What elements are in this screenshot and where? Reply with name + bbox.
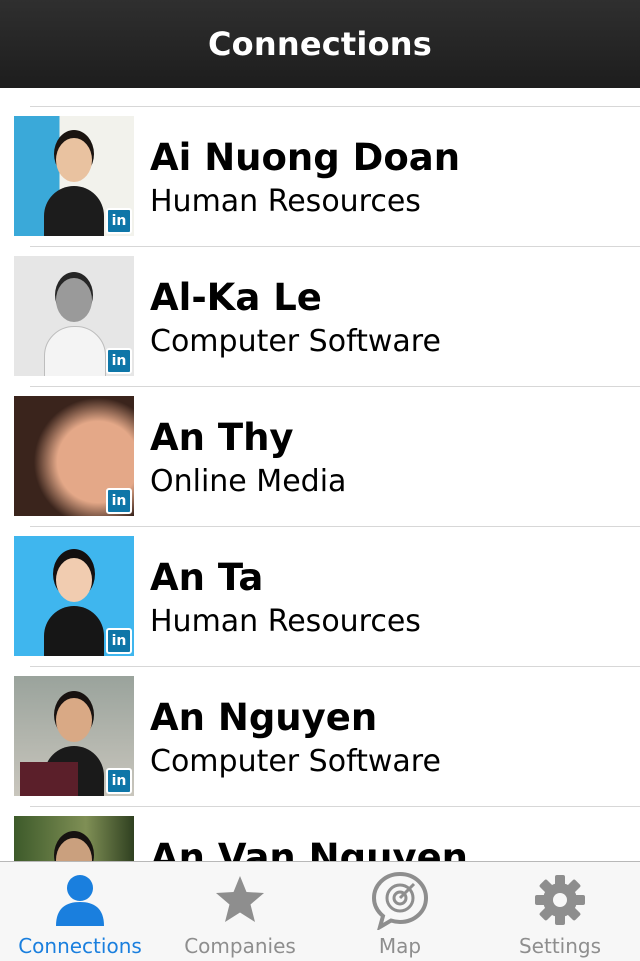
connections-list[interactable]: in Ai Nuong Doan Human Resources in Al-K… <box>0 88 640 861</box>
tab-connections[interactable]: Connections <box>0 862 160 961</box>
radar-icon <box>371 871 429 930</box>
row-separator <box>30 386 640 387</box>
row-separator <box>30 806 640 807</box>
tab-companies[interactable]: Companies <box>160 862 320 961</box>
connection-industry: Computer Software <box>150 744 441 779</box>
connection-industry: Computer Software <box>150 324 441 359</box>
navigation-bar: Connections <box>0 0 640 88</box>
connection-name: An Thy <box>150 416 294 459</box>
tab-map[interactable]: Map <box>320 862 480 961</box>
linkedin-badge-icon: in <box>106 488 132 514</box>
list-item[interactable]: in Ai Nuong Doan Human Resources <box>0 106 640 246</box>
linkedin-badge-icon: in <box>106 628 132 654</box>
list-item[interactable]: An Van Nguyen <box>0 806 640 861</box>
list-item[interactable]: in An Thy Online Media <box>0 386 640 526</box>
page-title: Connections <box>208 25 432 63</box>
row-separator <box>30 666 640 667</box>
linkedin-badge-icon: in <box>106 768 132 794</box>
gear-icon <box>535 875 585 925</box>
linkedin-badge-icon: in <box>106 208 132 234</box>
tab-label: Map <box>378 934 422 958</box>
connection-name: An Ta <box>150 556 264 599</box>
tab-label: Connections <box>18 934 142 958</box>
connection-industry: Human Resources <box>150 604 421 639</box>
connection-name: Al-Ka Le <box>150 276 322 319</box>
linkedin-badge-icon: in <box>106 348 132 374</box>
list-item[interactable]: in An Ta Human Resources <box>0 526 640 666</box>
row-separator <box>30 246 640 247</box>
tab-bar: Connections Companies Map Settings <box>0 861 640 961</box>
tab-settings[interactable]: Settings <box>480 862 640 961</box>
connection-name: An Van Nguyen <box>150 836 469 861</box>
list-item[interactable]: in Al-Ka Le Computer Software <box>0 246 640 386</box>
tab-label: Companies <box>184 934 296 958</box>
connection-name: Ai Nuong Doan <box>150 136 461 179</box>
connection-name: An Nguyen <box>150 696 378 739</box>
list-item[interactable] <box>0 88 640 96</box>
avatar: in <box>14 676 134 796</box>
list-item[interactable]: in An Nguyen Computer Software <box>0 666 640 806</box>
connection-industry: Online Media <box>150 464 347 499</box>
star-icon <box>216 876 264 922</box>
row-separator <box>30 106 640 107</box>
avatar: in <box>14 116 134 236</box>
tab-label: Settings <box>518 934 602 958</box>
avatar: in <box>14 396 134 516</box>
row-separator <box>30 526 640 527</box>
avatar <box>14 816 134 861</box>
avatar: in <box>14 256 134 376</box>
person-icon <box>56 875 104 926</box>
avatar: in <box>14 536 134 656</box>
connection-industry: Human Resources <box>150 184 421 219</box>
